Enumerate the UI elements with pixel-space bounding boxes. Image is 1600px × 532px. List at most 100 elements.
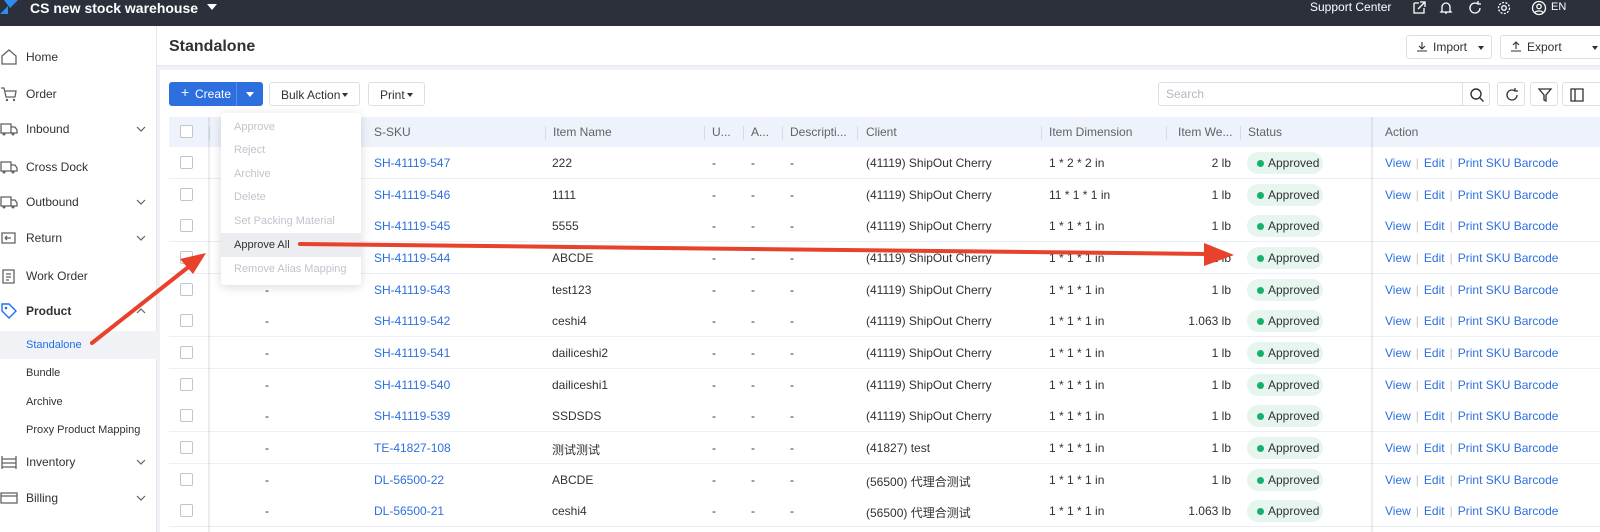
filter-button[interactable] — [1530, 82, 1558, 106]
print-sku-barcode-link[interactable]: Print SKU Barcode — [1458, 441, 1559, 455]
table-row[interactable]: - SH-41119-542 ceshi4 - - - (41119) ShipOut Ch… — [169, 305, 1600, 337]
s-sku-link[interactable]: DL-56500-22 — [374, 473, 444, 487]
view-link[interactable]: View — [1385, 156, 1411, 170]
menu-item-approve-all[interactable]: Approve All — [221, 233, 361, 257]
edit-link[interactable]: Edit — [1424, 409, 1445, 423]
print-sku-barcode-link[interactable]: Print SKU Barcode — [1458, 156, 1559, 170]
row-checkbox[interactable] — [180, 409, 193, 422]
menu-item-approve[interactable]: Approve — [221, 115, 361, 139]
print-sku-barcode-link[interactable]: Print SKU Barcode — [1458, 188, 1559, 202]
s-sku-link[interactable]: SH-41119-539 — [374, 409, 450, 423]
table-row[interactable]: - DL-56500-22 ABCDE - - - (56500) 代理合测试 1 * 1 *… — [169, 464, 1600, 496]
print-sku-barcode-link[interactable]: Print SKU Barcode — [1458, 378, 1559, 392]
view-link[interactable]: View — [1385, 283, 1411, 297]
sidebar-item-inventory[interactable]: Inventory — [0, 445, 157, 479]
column-settings-button[interactable] — [1562, 82, 1600, 106]
edit-link[interactable]: Edit — [1424, 473, 1445, 487]
menu-item-delete[interactable]: Delete — [221, 185, 361, 209]
print-sku-barcode-link[interactable]: Print SKU Barcode — [1458, 346, 1559, 360]
s-sku-link[interactable]: SH-41119-545 — [374, 219, 450, 233]
view-link[interactable]: View — [1385, 251, 1411, 265]
sidebar-subitem-proxy-product-mapping[interactable]: Proxy Product Mapping — [0, 416, 157, 444]
print-sku-barcode-link[interactable]: Print SKU Barcode — [1458, 251, 1559, 265]
edit-link[interactable]: Edit — [1424, 188, 1445, 202]
edit-link[interactable]: Edit — [1424, 504, 1445, 518]
s-sku-link[interactable]: SH-41119-540 — [374, 378, 450, 392]
print-button[interactable]: Print — [368, 82, 425, 106]
edit-link[interactable]: Edit — [1424, 251, 1445, 265]
menu-item-set-packing-material[interactable]: Set Packing Material — [221, 209, 361, 233]
s-sku-link[interactable]: SH-41119-546 — [374, 188, 450, 202]
column-header-client[interactable]: Client — [866, 125, 897, 139]
row-checkbox[interactable] — [180, 441, 193, 454]
row-checkbox[interactable] — [180, 251, 193, 264]
edit-link[interactable]: Edit — [1424, 441, 1445, 455]
warehouse-selector[interactable]: CS new stock warehouse — [30, 0, 198, 16]
row-checkbox[interactable] — [180, 473, 193, 486]
support-center-link[interactable]: Support Center — [1310, 0, 1391, 15]
view-link[interactable]: View — [1385, 219, 1411, 233]
view-link[interactable]: View — [1385, 473, 1411, 487]
row-checkbox[interactable] — [180, 314, 193, 327]
edit-link[interactable]: Edit — [1424, 346, 1445, 360]
edit-link[interactable]: Edit — [1424, 219, 1445, 233]
sidebar-item-return[interactable]: Return — [0, 221, 157, 255]
import-button[interactable]: Import — [1406, 35, 1492, 59]
refresh-icon[interactable] — [1467, 0, 1483, 16]
column-header-item-weight[interactable]: Item We... — [1178, 125, 1232, 139]
s-sku-link[interactable]: SH-41119-547 — [374, 156, 450, 170]
create-dropdown-toggle[interactable] — [246, 92, 254, 97]
print-sku-barcode-link[interactable]: Print SKU Barcode — [1458, 283, 1559, 297]
view-link[interactable]: View — [1385, 504, 1411, 518]
s-sku-link[interactable]: SH-41119-542 — [374, 314, 450, 328]
column-header-a[interactable]: A... — [751, 125, 769, 139]
sidebar-item-cross-dock[interactable]: Cross Dock — [0, 150, 157, 184]
column-header-u[interactable]: U... — [712, 125, 731, 139]
view-link[interactable]: View — [1385, 346, 1411, 360]
menu-item-remove-alias-mapping[interactable]: Remove Alias Mapping — [221, 257, 361, 281]
column-header-item-name[interactable]: Item Name — [553, 125, 612, 139]
table-row[interactable]: - TE-41827-108 测试测试 - - - (41827) test 1 * 1 * … — [169, 432, 1600, 464]
sidebar-subitem-standalone[interactable]: Standalone — [0, 331, 157, 359]
column-header-status[interactable]: Status — [1248, 125, 1282, 139]
search-button[interactable] — [1462, 82, 1490, 106]
row-checkbox[interactable] — [180, 188, 193, 201]
edit-link[interactable]: Edit — [1424, 378, 1445, 392]
s-sku-link[interactable]: SH-41119-544 — [374, 251, 450, 265]
s-sku-link[interactable]: DL-56500-21 — [374, 504, 444, 518]
chevron-down-icon[interactable] — [207, 4, 217, 10]
table-row[interactable]: SH-41119-547 222 - - - (41119) ShipOut Cherry… — [169, 147, 1600, 179]
table-row[interactable]: - SH-41119-541 dailiceshi2 - - - (41119) ShipO… — [169, 337, 1600, 369]
sidebar-subitem-archive[interactable]: Archive — [0, 388, 157, 416]
user-icon[interactable] — [1531, 0, 1547, 16]
print-sku-barcode-link[interactable]: Print SKU Barcode — [1458, 504, 1559, 518]
settings-icon[interactable] — [1496, 0, 1512, 16]
sidebar-item-home[interactable]: Home — [0, 40, 157, 74]
print-sku-barcode-link[interactable]: Print SKU Barcode — [1458, 473, 1559, 487]
view-link[interactable]: View — [1385, 378, 1411, 392]
view-link[interactable]: View — [1385, 409, 1411, 423]
view-link[interactable]: View — [1385, 441, 1411, 455]
sidebar-item-inbound[interactable]: Inbound — [0, 112, 157, 146]
create-button[interactable]: + Create — [169, 82, 263, 106]
row-checkbox[interactable] — [180, 283, 193, 296]
edit-link[interactable]: Edit — [1424, 283, 1445, 297]
external-link-icon[interactable] — [1411, 0, 1427, 16]
edit-link[interactable]: Edit — [1424, 156, 1445, 170]
table-row[interactable]: - SH-41119-540 dailiceshi1 - - - (41119) ShipO… — [169, 369, 1600, 401]
table-row[interactable]: - SH-41119-539 SSDSDS - - - (41119) ShipOut Ch… — [169, 400, 1600, 432]
row-checkbox[interactable] — [180, 378, 193, 391]
row-checkbox[interactable] — [180, 504, 193, 517]
sidebar-item-billing[interactable]: Billing — [0, 481, 157, 515]
search-input[interactable] — [1158, 82, 1464, 106]
sidebar-subitem-bundle[interactable]: Bundle — [0, 359, 157, 387]
edit-link[interactable]: Edit — [1424, 314, 1445, 328]
sidebar-item-work-order[interactable]: Work Order — [0, 259, 157, 293]
table-row[interactable]: - SH-41119-543 test123 - - - (41119) ShipOut C… — [169, 274, 1600, 306]
menu-item-reject[interactable]: Reject — [221, 138, 361, 162]
s-sku-link[interactable]: TE-41827-108 — [374, 441, 451, 455]
print-sku-barcode-link[interactable]: Print SKU Barcode — [1458, 314, 1559, 328]
language-selector[interactable]: EN — [1551, 0, 1566, 15]
print-sku-barcode-link[interactable]: Print SKU Barcode — [1458, 219, 1559, 233]
menu-item-archive[interactable]: Archive — [221, 162, 361, 186]
